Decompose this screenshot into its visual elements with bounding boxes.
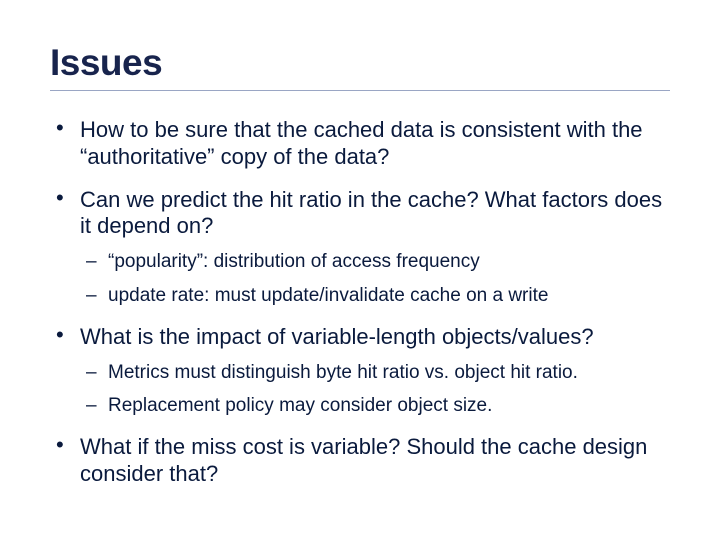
- list-item: “popularity”: distribution of access fre…: [80, 250, 670, 274]
- bullet-text: What is the impact of variable-length ob…: [80, 324, 594, 349]
- list-item: What if the miss cost is variable? Shoul…: [50, 434, 670, 488]
- bullet-text: Metrics must distinguish byte hit ratio …: [108, 362, 578, 383]
- list-item: Metrics must distinguish byte hit ratio …: [80, 361, 670, 385]
- bullet-text: Replacement policy may consider object s…: [108, 395, 492, 416]
- slide: Issues How to be sure that the cached da…: [0, 0, 720, 540]
- list-item: What is the impact of variable-length ob…: [50, 324, 670, 418]
- bullet-text: Can we predict the hit ratio in the cach…: [80, 187, 662, 239]
- sub-bullet-list: Metrics must distinguish byte hit ratio …: [80, 361, 670, 419]
- list-item: Replacement policy may consider object s…: [80, 394, 670, 418]
- bullet-list: How to be sure that the cached data is c…: [50, 117, 670, 488]
- bullet-text: update rate: must update/invalidate cach…: [108, 285, 548, 306]
- list-item: How to be sure that the cached data is c…: [50, 117, 670, 171]
- sub-bullet-list: “popularity”: distribution of access fre…: [80, 250, 670, 308]
- bullet-text: What if the miss cost is variable? Shoul…: [80, 434, 647, 486]
- bullet-text: “popularity”: distribution of access fre…: [108, 251, 480, 272]
- list-item: Can we predict the hit ratio in the cach…: [50, 187, 670, 308]
- slide-title: Issues: [50, 42, 670, 84]
- title-underline: [50, 90, 670, 91]
- bullet-text: How to be sure that the cached data is c…: [80, 117, 643, 169]
- list-item: update rate: must update/invalidate cach…: [80, 284, 670, 308]
